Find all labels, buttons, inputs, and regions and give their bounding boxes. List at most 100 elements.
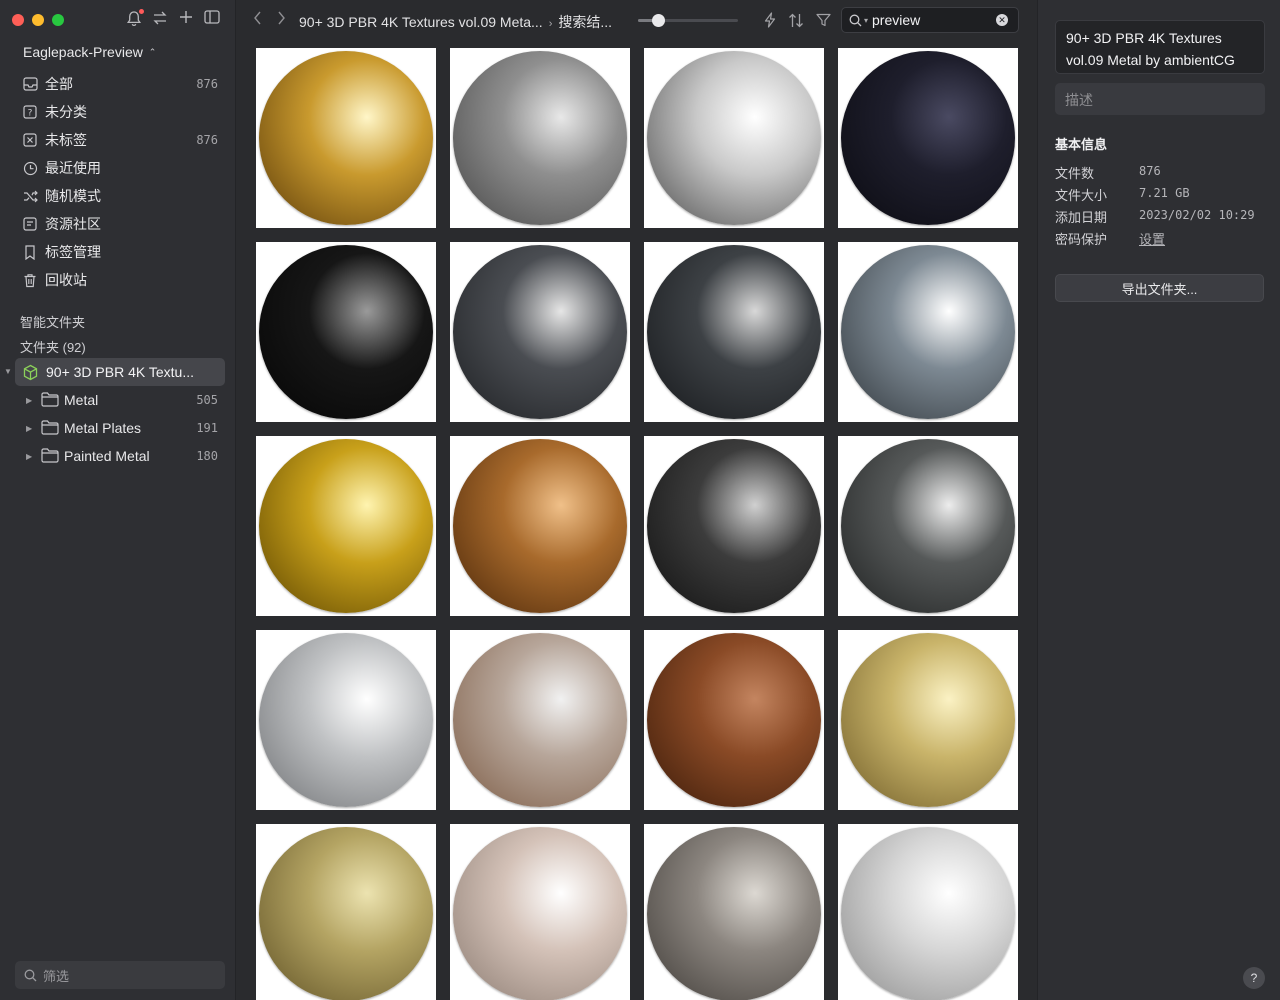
sidebar-item-label: 随机模式 — [45, 188, 101, 204]
material-sphere-preview — [453, 633, 627, 807]
folder-icon — [41, 448, 59, 466]
folder-item-metal-plates[interactable]: ▶ Metal Plates 191 — [0, 414, 236, 442]
chevron-down-icon[interactable]: ▾ — [864, 16, 868, 25]
folders-heading[interactable]: 文件夹 (92) — [20, 337, 86, 356]
filter-input[interactable]: 筛选 — [15, 961, 225, 989]
thumbnail-gunmetal[interactable] — [644, 436, 824, 616]
material-sphere-preview — [647, 245, 821, 419]
sort-icon[interactable] — [787, 11, 805, 29]
thumbnail-brass[interactable] — [838, 630, 1018, 810]
clear-search-button[interactable]: ✕ — [996, 14, 1008, 26]
breadcrumb-separator: › — [548, 18, 553, 30]
thumbnail-rusty-painted[interactable] — [450, 630, 630, 810]
thumbnail-speckled-iron[interactable] — [644, 824, 824, 1000]
thumbnail-polished-gold[interactable] — [256, 436, 436, 616]
sidebar-item-community[interactable]: 资源社区 — [0, 210, 236, 238]
thumbnail-gold-chrome[interactable] — [256, 48, 436, 228]
thumbnail-aged-brass[interactable] — [256, 824, 436, 1000]
thumbnail-silver[interactable] — [256, 630, 436, 810]
info-value: 876 — [1139, 164, 1161, 178]
expand-caret-icon[interactable]: ▶ — [26, 452, 32, 461]
breadcrumb-folder[interactable]: 90+ 3D PBR 4K Textures vol.09 Meta... — [299, 14, 543, 30]
thumbnail-blackened-steel[interactable] — [644, 242, 824, 422]
thumbnail-dark-steel[interactable] — [450, 242, 630, 422]
thumbnail-rose-silver[interactable] — [450, 824, 630, 1000]
info-value: 7.21 GB — [1139, 186, 1190, 200]
material-sphere-preview — [259, 827, 433, 1000]
search-icon — [24, 969, 37, 982]
folder-icon — [41, 420, 59, 438]
folder-item-painted-metal[interactable]: ▶ Painted Metal 180 — [0, 442, 236, 470]
zoom-slider-handle[interactable] — [652, 14, 665, 27]
folder-label: Painted Metal — [64, 448, 150, 464]
library-chevron-icon: ⌃ — [148, 47, 157, 57]
window-controls — [12, 14, 64, 26]
zoom-slider[interactable] — [638, 14, 738, 27]
expand-caret-icon[interactable]: ▶ — [26, 424, 32, 433]
export-folder-button[interactable]: 导出文件夹... — [1055, 274, 1264, 302]
sidebar-item-all[interactable]: 全部 876 — [0, 70, 236, 98]
minimize-window-button[interactable] — [32, 14, 44, 26]
filter-funnel-icon[interactable] — [814, 11, 832, 29]
sidebar-item-count: 876 — [196, 133, 218, 147]
smart-folders-heading[interactable]: 智能文件夹 — [20, 312, 85, 331]
library-switcher[interactable]: Eaglepack-Preview ⌃ — [23, 44, 156, 60]
bell-icon[interactable] — [126, 9, 144, 28]
swap-icon[interactable] — [152, 10, 168, 28]
expand-caret-icon[interactable]: ▶ — [26, 396, 32, 405]
forward-icon[interactable] — [277, 11, 286, 29]
info-row-password: 密码保护 设置 — [1055, 229, 1265, 251]
sidebar-item-random[interactable]: 随机模式 — [0, 182, 236, 210]
library-name: Eaglepack-Preview — [23, 44, 143, 60]
thumbnail-copper[interactable] — [450, 436, 630, 616]
search-value: preview — [872, 12, 921, 28]
thumbnail-brushed-steel[interactable] — [450, 48, 630, 228]
close-window-button[interactable] — [12, 14, 24, 26]
folder-title-field[interactable]: 90+ 3D PBR 4K Textures vol.09 Metal by a… — [1055, 20, 1265, 74]
lightning-icon[interactable] — [761, 11, 779, 29]
set-password-link[interactable]: 设置 — [1139, 229, 1165, 248]
sidebar-item-untagged[interactable]: 未标签 876 — [0, 126, 236, 154]
add-icon[interactable] — [178, 10, 194, 28]
material-sphere-preview — [841, 439, 1015, 613]
zoom-window-button[interactable] — [52, 14, 64, 26]
help-button[interactable]: ? — [1243, 967, 1265, 989]
thumbnail-black-metal[interactable] — [256, 242, 436, 422]
sidebar-item-recent[interactable]: 最近使用 — [0, 154, 236, 182]
cube-icon — [22, 363, 40, 381]
back-icon[interactable] — [253, 11, 262, 29]
sidebar-toggle-icon[interactable] — [204, 10, 220, 28]
material-sphere-preview — [259, 245, 433, 419]
bookmark-icon — [22, 244, 38, 260]
info-row-date-added: 添加日期 2023/02/02 10:29 — [1055, 207, 1265, 229]
sidebar-item-uncategorized[interactable]: ? 未分类 — [0, 98, 236, 126]
thumbnail-worn-iron[interactable] — [838, 436, 1018, 616]
info-value: 2023/02/02 10:29 — [1139, 208, 1255, 222]
folder-item-metal[interactable]: ▶ Metal 505 — [0, 386, 236, 414]
shuffle-icon — [22, 188, 38, 204]
info-key: 密码保护 — [1055, 232, 1108, 247]
folder-label: Metal — [64, 392, 99, 408]
thumbnail-white-metal[interactable] — [838, 824, 1018, 1000]
material-sphere-preview — [259, 439, 433, 613]
community-icon — [22, 216, 38, 232]
breadcrumb: 90+ 3D PBR 4K Textures vol.09 Meta... › 搜索… — [299, 12, 612, 32]
thumbnail-blue-grey-steel[interactable] — [838, 242, 1018, 422]
sidebar-item-tags[interactable]: 标签管理 — [0, 238, 236, 266]
sidebar-nav: 全部 876 ? 未分类 未标签 876 最近使用 随机模式 资源社区 标签管理 — [0, 70, 236, 294]
material-sphere-preview — [259, 51, 433, 225]
info-section-title: 基本信息 — [1055, 137, 1108, 152]
description-field[interactable]: 描述 — [1055, 83, 1265, 115]
expand-caret-icon[interactable]: ▼ — [4, 367, 12, 376]
thumbnail-chrome-mirror[interactable] — [644, 48, 824, 228]
info-key: 文件大小 — [1055, 188, 1108, 203]
folder-item-selected[interactable]: ▼ 90+ 3D PBR 4K Textu... — [4, 358, 225, 386]
trash-icon — [22, 272, 38, 288]
material-sphere-preview — [453, 439, 627, 613]
info-row-file-size: 文件大小 7.21 GB — [1055, 185, 1265, 207]
thumbnail-rust[interactable] — [644, 630, 824, 810]
sidebar-item-label: 未标签 — [45, 132, 87, 148]
thumbnail-dark-blue-metal[interactable] — [838, 48, 1018, 228]
search-input[interactable]: ▾ preview ✕ — [841, 7, 1019, 33]
sidebar-item-trash[interactable]: 回收站 — [0, 266, 236, 294]
